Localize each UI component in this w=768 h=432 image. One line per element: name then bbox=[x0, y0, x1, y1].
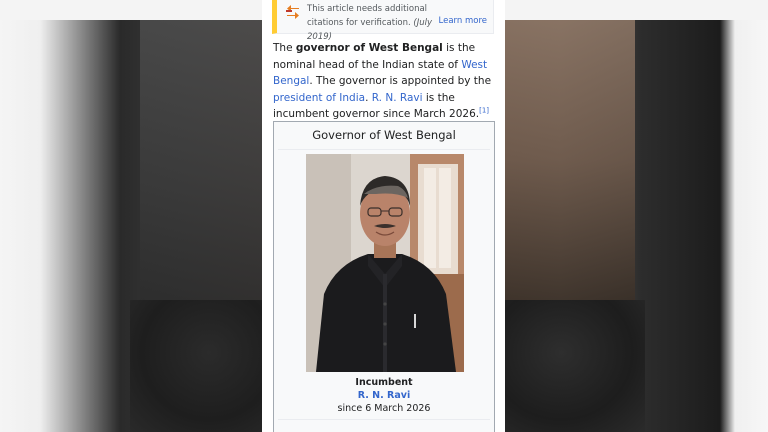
learn-more-link[interactable]: Learn more bbox=[439, 16, 487, 26]
incumbent-since: since 6 March 2026 bbox=[337, 403, 431, 414]
article-panel: This article needs additional citations … bbox=[262, 0, 505, 432]
link-president-of-india[interactable]: president of India bbox=[273, 92, 365, 104]
infobox: Governor of West Bengal Incumbent R. N. … bbox=[273, 121, 495, 432]
divider bbox=[278, 149, 490, 150]
citation-needed-icon bbox=[285, 4, 301, 19]
background-person-left bbox=[130, 300, 262, 432]
notice-message: This article needs additional citations … bbox=[307, 4, 433, 42]
background-person-right bbox=[505, 300, 645, 432]
portrait-image[interactable] bbox=[306, 154, 464, 372]
infobox-title: Governor of West Bengal bbox=[312, 128, 456, 142]
background-blur-left bbox=[140, 20, 262, 300]
intro-paragraph: The governor of West Bengal is the nomin… bbox=[273, 42, 492, 120]
citation-notice: This article needs additional citations … bbox=[272, 0, 494, 42]
incumbent-name-link[interactable]: R. N. Ravi bbox=[274, 390, 494, 401]
reference-link[interactable]: [1] bbox=[479, 107, 489, 115]
background-blur-right bbox=[505, 20, 635, 300]
article-subject: governor of West Bengal bbox=[295, 42, 443, 54]
divider bbox=[278, 419, 490, 420]
incumbent-label: Incumbent bbox=[355, 377, 413, 388]
link-rn-ravi[interactable]: R. N. Ravi bbox=[372, 92, 423, 104]
